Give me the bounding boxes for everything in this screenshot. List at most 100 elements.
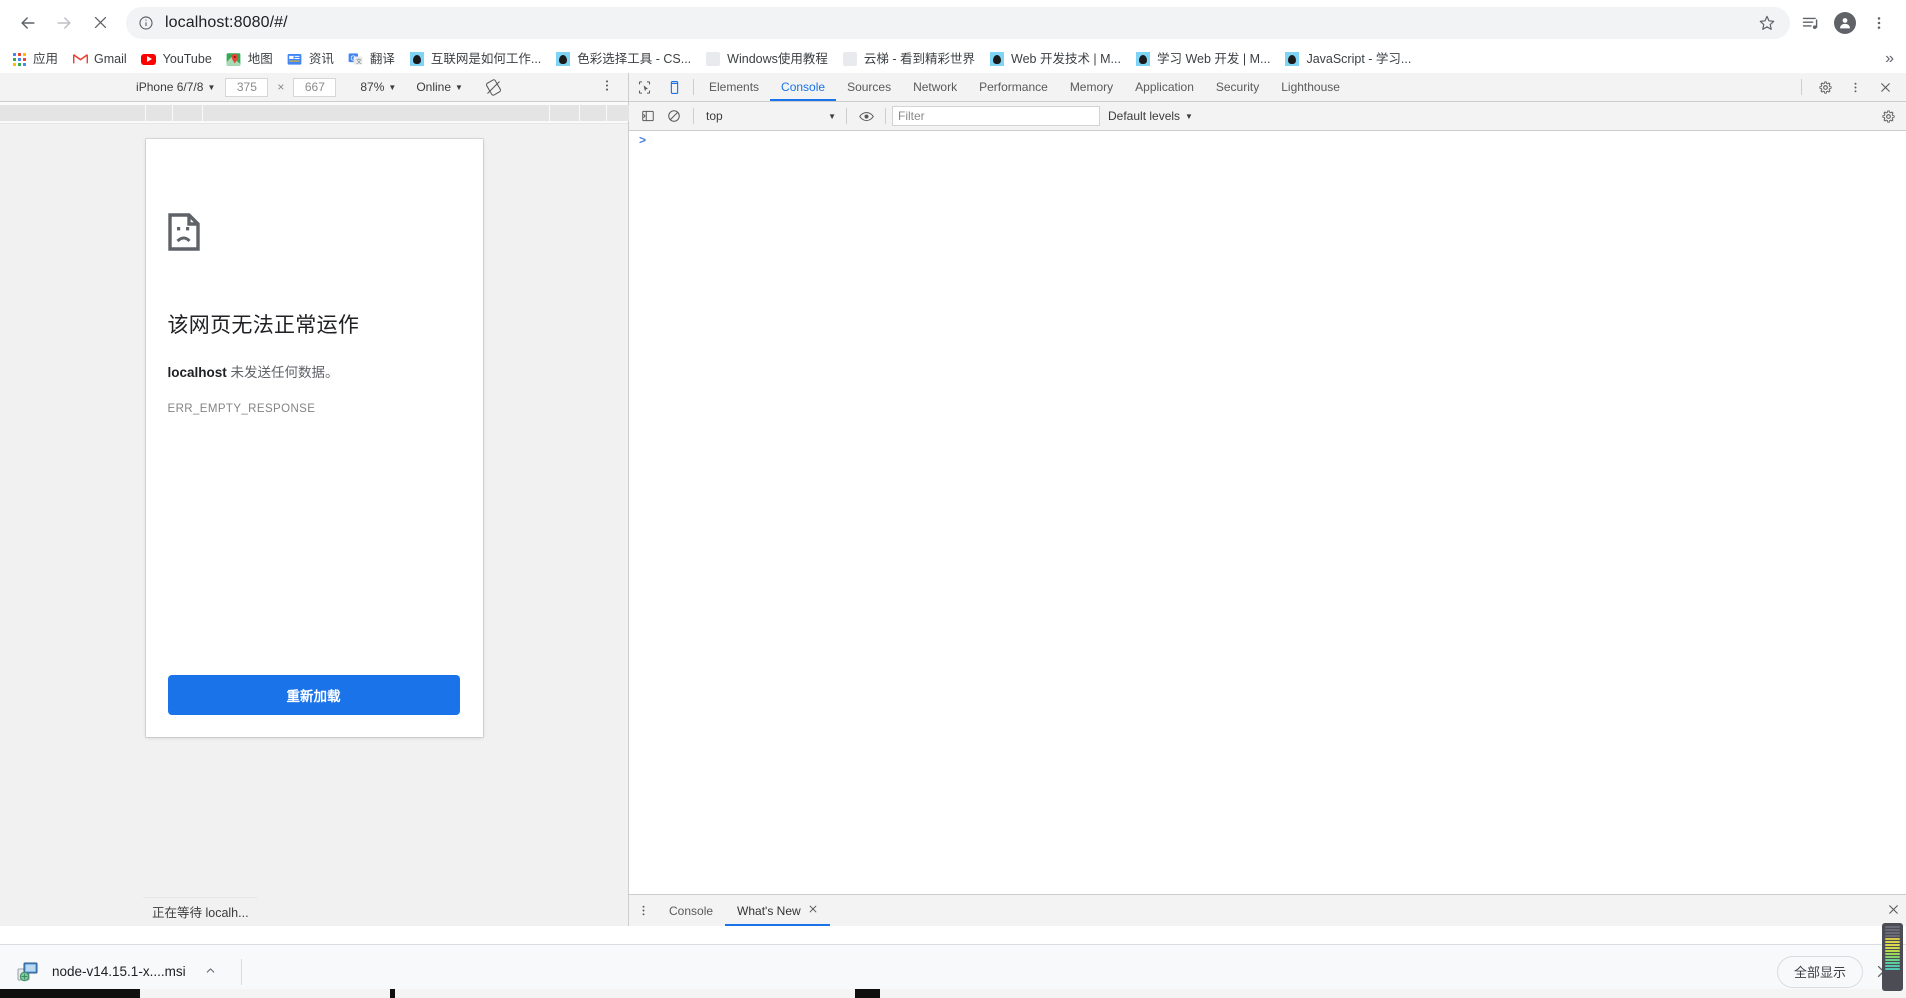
devtools-panel: Elements Console Sources Network Perform… [629, 73, 1906, 926]
stop-loading-button[interactable] [82, 5, 118, 41]
bookmark-item-youtube[interactable]: YouTube [134, 47, 219, 71]
bookmark-item-translate[interactable]: G文 翻译 [341, 47, 402, 71]
drawer-tab-whats-new[interactable]: What's New [725, 895, 830, 926]
mdn-icon [1284, 51, 1300, 67]
device-width-input[interactable]: 375 [225, 77, 269, 97]
device-emulation-pane: iPhone 6/7/8 ▼ 375 × 667 87% ▼ Online ▼ [0, 73, 629, 926]
mdn-icon [555, 51, 571, 67]
tab-elements[interactable]: Elements [698, 73, 770, 101]
status-bubble: 正在等待 localh... [143, 898, 258, 926]
tab-memory[interactable]: Memory [1059, 73, 1124, 101]
bookmark-apps[interactable]: 应用 [4, 47, 65, 71]
download-item[interactable]: node-v14.15.1-x....msi [10, 953, 227, 991]
tab-security[interactable]: Security [1205, 73, 1270, 101]
gmail-icon [72, 51, 88, 67]
log-levels-select[interactable]: Default levels ▼ [1100, 109, 1201, 123]
more-options-kebab-icon[interactable] [600, 79, 614, 96]
bookmark-item-windows-tutorial[interactable]: Windows使用教程 [698, 47, 835, 71]
tab-sources[interactable]: Sources [836, 73, 902, 101]
bookmark-label: 资讯 [308, 51, 334, 66]
chrome-error-page: 该网页无法正常运作 localhost 未发送任何数据。 ERR_EMPTY_R… [146, 139, 483, 737]
mdn-icon [1135, 51, 1151, 67]
address-bar[interactable]: localhost:8080/#/ [126, 6, 1790, 39]
device-toolbar-icon[interactable] [659, 73, 689, 101]
bookmark-item-gmail[interactable]: Gmail [65, 47, 134, 71]
clear-console-icon[interactable] [661, 105, 687, 127]
reload-button[interactable]: 重新加载 [167, 675, 460, 715]
rotate-device-icon[interactable] [485, 78, 502, 96]
chrome-menu-kebab-icon[interactable] [1862, 6, 1896, 40]
browser-action-icons [1794, 6, 1896, 40]
download-file-name: node-v14.15.1-x....msi [52, 964, 186, 979]
error-code: ERR_EMPTY_RESPONSE [167, 403, 316, 415]
throttling-select[interactable]: Online ▼ [406, 80, 473, 94]
drawer-close-icon[interactable] [1887, 903, 1900, 919]
devtools-kebab-icon[interactable] [1840, 81, 1870, 94]
console-output-area[interactable]: > [629, 131, 1906, 894]
console-filter-input[interactable]: Filter [892, 106, 1100, 126]
console-toolbar: top ▼ Filter Default levels ▼ [629, 102, 1906, 131]
show-all-downloads-button[interactable]: 全部显示 [1776, 955, 1863, 988]
device-height-input[interactable]: 667 [293, 77, 337, 97]
console-settings-gear-icon[interactable] [1881, 109, 1900, 124]
divider [693, 79, 694, 95]
device-width-value: 375 [236, 80, 257, 94]
profile-avatar-icon[interactable] [1828, 6, 1862, 40]
site-info-icon[interactable] [138, 15, 154, 31]
bookmark-item-mdn-1[interactable]: 互联网是如何工作... [402, 47, 548, 71]
os-taskbar-strip [0, 989, 1906, 998]
bookmark-item-yunti[interactable]: 云梯 - 看到精彩世界 [835, 47, 982, 71]
drawer-tab-console[interactable]: Console [657, 895, 725, 926]
tab-lighthouse[interactable]: Lighthouse [1270, 73, 1351, 101]
console-prompt-row[interactable]: > [629, 131, 1906, 150]
bookmarks-overflow-chevron-icon[interactable]: » [1885, 50, 1900, 68]
bookmark-item-maps[interactable]: 地图 [219, 47, 280, 71]
eye-icon[interactable] [853, 105, 879, 127]
bookmarks-bar: 应用 Gmail YouTube 地图 资讯 G文 翻译 互联网是如何工作...… [0, 45, 1906, 73]
bookmark-label: 翻译 [369, 51, 395, 66]
device-screen: 该网页无法正常运作 localhost 未发送任何数据。 ERR_EMPTY_R… [145, 139, 483, 737]
execution-context-select[interactable]: top ▼ [700, 106, 840, 126]
url-text: localhost:8080/#/ [165, 13, 288, 31]
close-icon[interactable] [808, 904, 818, 917]
bookmark-item-news[interactable]: 资讯 [280, 47, 341, 71]
bookmark-item-mdn-2[interactable]: 色彩选择工具 - CS... [548, 47, 698, 71]
forward-button[interactable] [46, 5, 82, 41]
drawer-kebab-icon[interactable] [629, 895, 657, 926]
bookmark-item-mdn-5[interactable]: JavaScript - 学习... [1277, 47, 1418, 71]
bookmark-item-mdn-3[interactable]: Web 开发技术 | M... [982, 47, 1128, 71]
zoom-select[interactable]: 87% ▼ [350, 80, 406, 94]
devtools-drawer: Console What's New [629, 894, 1906, 926]
bookmark-label: 云梯 - 看到精彩世界 [863, 51, 975, 66]
device-ruler[interactable] [0, 102, 629, 124]
settings-gear-icon[interactable] [1810, 80, 1840, 95]
tab-console[interactable]: Console [770, 73, 837, 101]
devtools-close-icon[interactable] [1870, 81, 1900, 94]
bookmark-label: 互联网是如何工作... [430, 51, 542, 66]
bookmark-label: 色彩选择工具 - CS... [577, 51, 692, 66]
mdn-icon [989, 51, 1005, 67]
error-title: 该网页无法正常运作 [167, 314, 360, 337]
dimension-x-label: × [277, 80, 285, 94]
error-message: localhost 未发送任何数据。 [168, 361, 483, 381]
bookmark-label: JavaScript - 学习... [1306, 51, 1412, 66]
chevron-down-icon: ▼ [455, 83, 463, 92]
chevron-down-icon: ▼ [1185, 112, 1193, 121]
chevron-up-icon[interactable] [204, 964, 217, 980]
media-control-icon[interactable] [1794, 6, 1828, 40]
device-viewport-area: 该网页无法正常运作 localhost 未发送任何数据。 ERR_EMPTY_R… [0, 124, 628, 926]
bookmark-label: Web 开发技术 | M... [1011, 51, 1121, 66]
tab-application[interactable]: Application [1124, 73, 1205, 101]
bookmark-item-mdn-4[interactable]: 学习 Web 开发 | M... [1128, 47, 1277, 71]
tab-network[interactable]: Network [902, 73, 968, 101]
star-outline-icon[interactable] [1758, 14, 1776, 32]
device-select[interactable]: iPhone 6/7/8 ▼ [126, 80, 225, 94]
device-emulation-toolbar: iPhone 6/7/8 ▼ 375 × 667 87% ▼ Online ▼ [0, 73, 628, 102]
back-button[interactable] [10, 5, 46, 41]
tab-performance[interactable]: Performance [968, 73, 1059, 101]
console-sidebar-icon[interactable] [635, 105, 661, 127]
generic-page-icon [705, 51, 721, 67]
inspect-cursor-icon[interactable] [629, 73, 659, 101]
audio-equalizer-overlay [1882, 923, 1903, 991]
zoom-value: 87% [360, 80, 385, 94]
